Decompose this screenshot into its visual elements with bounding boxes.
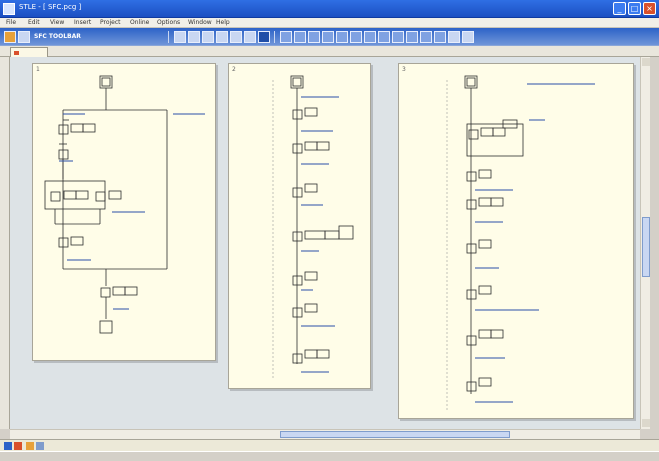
parallel-icon[interactable] [244,31,256,43]
maximize-button[interactable]: □ [628,2,641,15]
print-icon[interactable] [392,31,404,43]
paste-icon[interactable] [336,31,348,43]
redo-icon[interactable] [364,31,376,43]
diagram-page-1: 1 [32,63,216,361]
branch-icon[interactable] [202,31,214,43]
main-toolbar: SFC TOOLBAR [0,28,659,46]
compile-icon[interactable] [406,31,418,43]
help-icon[interactable] [448,31,460,43]
document-icon [14,51,19,55]
diagram-workspace: 1 2 3 [10,57,640,429]
left-margin-strip [0,57,10,429]
status-icon [36,442,44,450]
status-icon [26,442,34,450]
monitor-icon[interactable] [434,31,446,43]
tab-sfc-document[interactable] [10,47,48,57]
menu-project[interactable]: Project [100,19,121,26]
step-icon[interactable] [174,31,186,43]
jump-icon[interactable] [216,31,228,43]
menu-insert[interactable]: Insert [74,19,91,26]
menu-view[interactable]: View [50,19,64,26]
status-bar [0,439,659,451]
horizontal-scrollbar[interactable] [10,429,640,439]
document-tab-bar [0,46,659,57]
toolbar-separator [168,31,169,43]
menu-window[interactable]: Window [188,19,212,26]
menu-help[interactable]: Help [216,19,230,26]
app-icon [3,3,15,15]
close-button[interactable]: × [643,2,656,15]
open-icon[interactable] [18,31,30,43]
transition-icon[interactable] [188,31,200,43]
sfc-diagram-2[interactable] [229,64,372,390]
window-title: STLE - [ SFC.pcg ] [19,3,82,11]
menu-edit[interactable]: Edit [28,19,40,26]
status-icon [14,442,22,450]
menu-options[interactable]: Options [157,19,180,26]
menu-bar: File Edit View Insert Project Online Opt… [0,18,659,28]
horizontal-scroll-thumb[interactable] [280,431,510,438]
zoom-out-icon[interactable] [294,31,306,43]
menu-file[interactable]: File [6,19,16,26]
action-icon[interactable] [230,31,242,43]
sfc-diagram-1[interactable] [33,64,217,362]
toolbar-label: SFC TOOLBAR [34,33,81,40]
download-icon[interactable] [420,31,432,43]
toolbar-separator [274,31,275,43]
scroll-up-icon[interactable] [642,58,650,66]
sfc-diagram-3[interactable] [399,64,635,420]
cut-icon[interactable] [308,31,320,43]
bottom-bar [0,451,659,461]
info-icon[interactable] [462,31,474,43]
new-icon[interactable] [4,31,16,43]
zoom-in-icon[interactable] [280,31,292,43]
menu-online[interactable]: Online [130,19,149,26]
selected-tool-icon[interactable] [258,31,270,43]
application-window: STLE - [ SFC.pcg ] _ □ × File Edit View … [0,0,659,461]
minimize-button[interactable]: _ [613,2,626,15]
diagram-page-2: 2 [228,63,371,389]
right-margin-strip [650,57,659,437]
diagram-page-3: 3 [398,63,634,419]
status-icon [4,442,12,450]
copy-icon[interactable] [322,31,334,43]
vertical-scroll-thumb[interactable] [642,217,650,277]
vertical-scrollbar[interactable] [640,57,650,429]
title-bar: STLE - [ SFC.pcg ] _ □ × [0,0,659,18]
undo-icon[interactable] [350,31,362,43]
find-icon[interactable] [378,31,390,43]
scroll-down-icon[interactable] [642,419,650,427]
